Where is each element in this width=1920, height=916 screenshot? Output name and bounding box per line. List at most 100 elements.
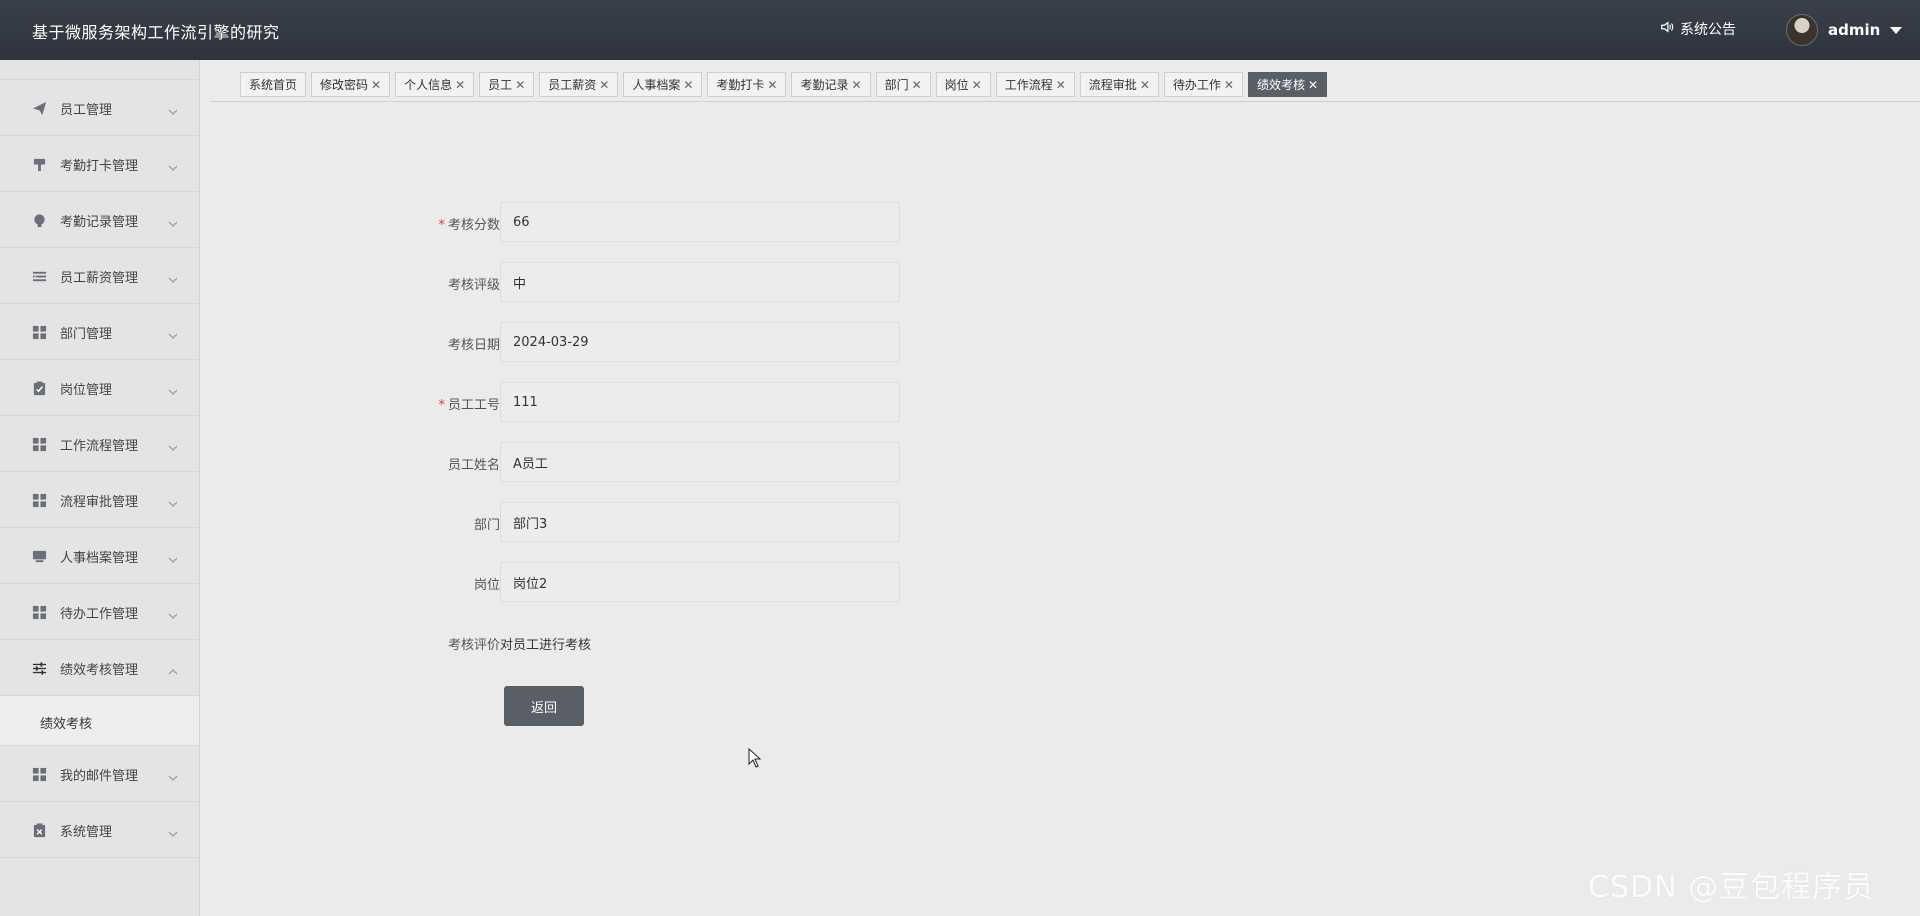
sidebar-subitem-performance[interactable]: 绩效考核 <box>0 696 199 746</box>
field-value[interactable]: 111 <box>500 382 900 422</box>
field-label: 员工姓名 <box>380 454 500 473</box>
chevron-down-icon <box>168 326 178 339</box>
close-icon[interactable]: ✕ <box>683 78 693 92</box>
field-label-text: 员工姓名 <box>447 458 500 473</box>
sidebar-item[interactable]: 部门管理 <box>0 304 199 360</box>
required-mark: * <box>438 218 445 233</box>
sidebar-item[interactable]: 考勤打卡管理 <box>0 136 199 192</box>
sidebar-item[interactable]: 岗位管理 <box>0 360 199 416</box>
sidebar: 员工管理考勤打卡管理考勤记录管理员工薪资管理 部门管理岗位管理 工作流程管理 流程审批… <box>0 60 200 916</box>
sidebar-item[interactable]: 人事档案管理 <box>0 528 199 584</box>
field-value[interactable]: 中 <box>500 262 900 302</box>
system-notice-link[interactable]: 系统公告 <box>1660 19 1736 39</box>
field-value[interactable]: 岗位2 <box>500 562 900 602</box>
close-icon[interactable]: ✕ <box>515 78 525 92</box>
clipboard-x-icon <box>32 823 47 838</box>
sidebar-item[interactable]: 工作流程管理 <box>0 416 199 472</box>
tab[interactable]: 流程审批 ✕ <box>1079 72 1159 97</box>
close-icon[interactable]: ✕ <box>455 78 465 92</box>
sidebar-item[interactable]: 待办工作管理 <box>0 584 199 640</box>
tab-label: 待办工作 <box>1172 78 1221 92</box>
mouse-cursor-icon <box>748 748 762 768</box>
chevron-down-icon <box>168 158 178 171</box>
tab[interactable]: 绩效考核 ✕ <box>1247 72 1328 97</box>
bulb-icon <box>32 213 47 228</box>
field-value[interactable]: 2024-03-29 <box>500 322 900 362</box>
chevron-down-icon <box>168 606 178 619</box>
tab[interactable]: 人事档案 ✕ <box>623 72 703 97</box>
close-icon[interactable]: ✕ <box>912 78 922 92</box>
chevron-down-icon <box>168 494 178 507</box>
form-row: 考核评级中 <box>400 262 920 304</box>
field-label: 考核评级 <box>380 274 500 293</box>
sliders-icon <box>32 661 47 676</box>
tab-label: 员工 <box>488 78 513 92</box>
tab[interactable]: 员工 ✕ <box>479 72 535 97</box>
sidebar-item[interactable]: 员工管理 <box>0 80 199 136</box>
close-icon[interactable]: ✕ <box>767 78 777 92</box>
tab[interactable]: 岗位 ✕ <box>935 72 991 97</box>
list-icon <box>32 269 47 284</box>
tab[interactable]: 系统首页 <box>240 72 307 97</box>
chevron-down-icon <box>168 768 178 781</box>
chevron-down-icon <box>168 102 178 115</box>
close-icon[interactable]: ✕ <box>371 78 381 92</box>
tab-label: 考勤打卡 <box>716 78 765 92</box>
tab[interactable]: 部门 ✕ <box>875 72 931 97</box>
field-label-text: 考核分数 <box>447 218 500 233</box>
monitor-icon <box>32 549 47 564</box>
field-label: 部门 <box>380 514 500 533</box>
field-value[interactable]: 66 <box>500 202 900 242</box>
field-label: 岗位 <box>380 574 500 593</box>
back-button[interactable]: 返回 <box>504 686 584 726</box>
caret-down-icon <box>1890 26 1903 34</box>
sidebar-item-label: 人事档案管理 <box>60 551 139 566</box>
app-title: 基于微服务架构工作流引擎的研究 <box>32 23 280 42</box>
tab[interactable]: 工作流程 ✕ <box>995 72 1075 97</box>
form-row: 员工姓名 A员工 <box>400 442 920 484</box>
field-label: * 考核分数 <box>380 214 500 233</box>
close-icon[interactable]: ✕ <box>1308 78 1318 92</box>
form-row: 岗位 岗位2 <box>400 562 920 604</box>
sidebar-item[interactable]: 绩效考核管理 <box>0 640 199 696</box>
sidebar-item[interactable]: 我的邮件管理 <box>0 746 199 802</box>
sidebar-item-label: 考勤打卡管理 <box>60 159 139 174</box>
grid-icon <box>32 325 47 340</box>
tab[interactable]: 个人信息 ✕ <box>395 72 475 97</box>
tab-label: 员工薪资 <box>548 78 597 92</box>
brush-icon <box>32 157 47 172</box>
paper-plane-icon <box>32 101 47 116</box>
sidebar-item[interactable]: 系统管理 <box>0 802 199 858</box>
sidebar-item-label: 部门管理 <box>60 327 113 342</box>
grid-icon <box>32 493 47 508</box>
close-icon[interactable]: ✕ <box>1056 78 1066 92</box>
close-icon[interactable]: ✕ <box>599 78 609 92</box>
sidebar-item[interactable]: 考勤记录管理 <box>0 192 199 248</box>
tab[interactable]: 考勤记录 ✕ <box>791 72 871 97</box>
tab-label: 人事档案 <box>632 78 681 92</box>
tab[interactable]: 待办工作 ✕ <box>1163 72 1243 97</box>
required-mark: * <box>438 398 445 413</box>
field-value[interactable]: A员工 <box>500 442 900 482</box>
sidebar-item[interactable]: 员工薪资管理 <box>0 248 199 304</box>
tab[interactable]: 修改密码 ✕ <box>311 72 391 97</box>
tab[interactable]: 员工薪资 ✕ <box>539 72 619 97</box>
chevron-down-icon <box>168 214 178 227</box>
username: admin <box>1828 21 1881 39</box>
close-icon[interactable]: ✕ <box>972 78 982 92</box>
close-icon[interactable]: ✕ <box>852 78 862 92</box>
tab-label: 考勤记录 <box>800 78 849 92</box>
user-menu[interactable]: admin <box>1786 13 1903 47</box>
sidebar-subitem-label: 绩效考核 <box>40 717 93 732</box>
sidebar-item-label: 员工薪资管理 <box>60 271 139 286</box>
tab[interactable]: 考勤打卡 ✕ <box>707 72 787 97</box>
close-icon[interactable]: ✕ <box>1224 78 1234 92</box>
form-row: 考核日期 2024-03-29 <box>400 322 920 364</box>
sidebar-item[interactable]: 流程审批管理 <box>0 472 199 528</box>
chevron-down-icon <box>168 824 178 837</box>
form-row: * 考核分数 66 <box>400 202 920 244</box>
tab-label: 系统首页 <box>249 78 298 92</box>
close-icon[interactable]: ✕ <box>1140 78 1150 92</box>
field-value[interactable]: 部门3 <box>500 502 900 542</box>
speaker-icon <box>1660 20 1674 38</box>
